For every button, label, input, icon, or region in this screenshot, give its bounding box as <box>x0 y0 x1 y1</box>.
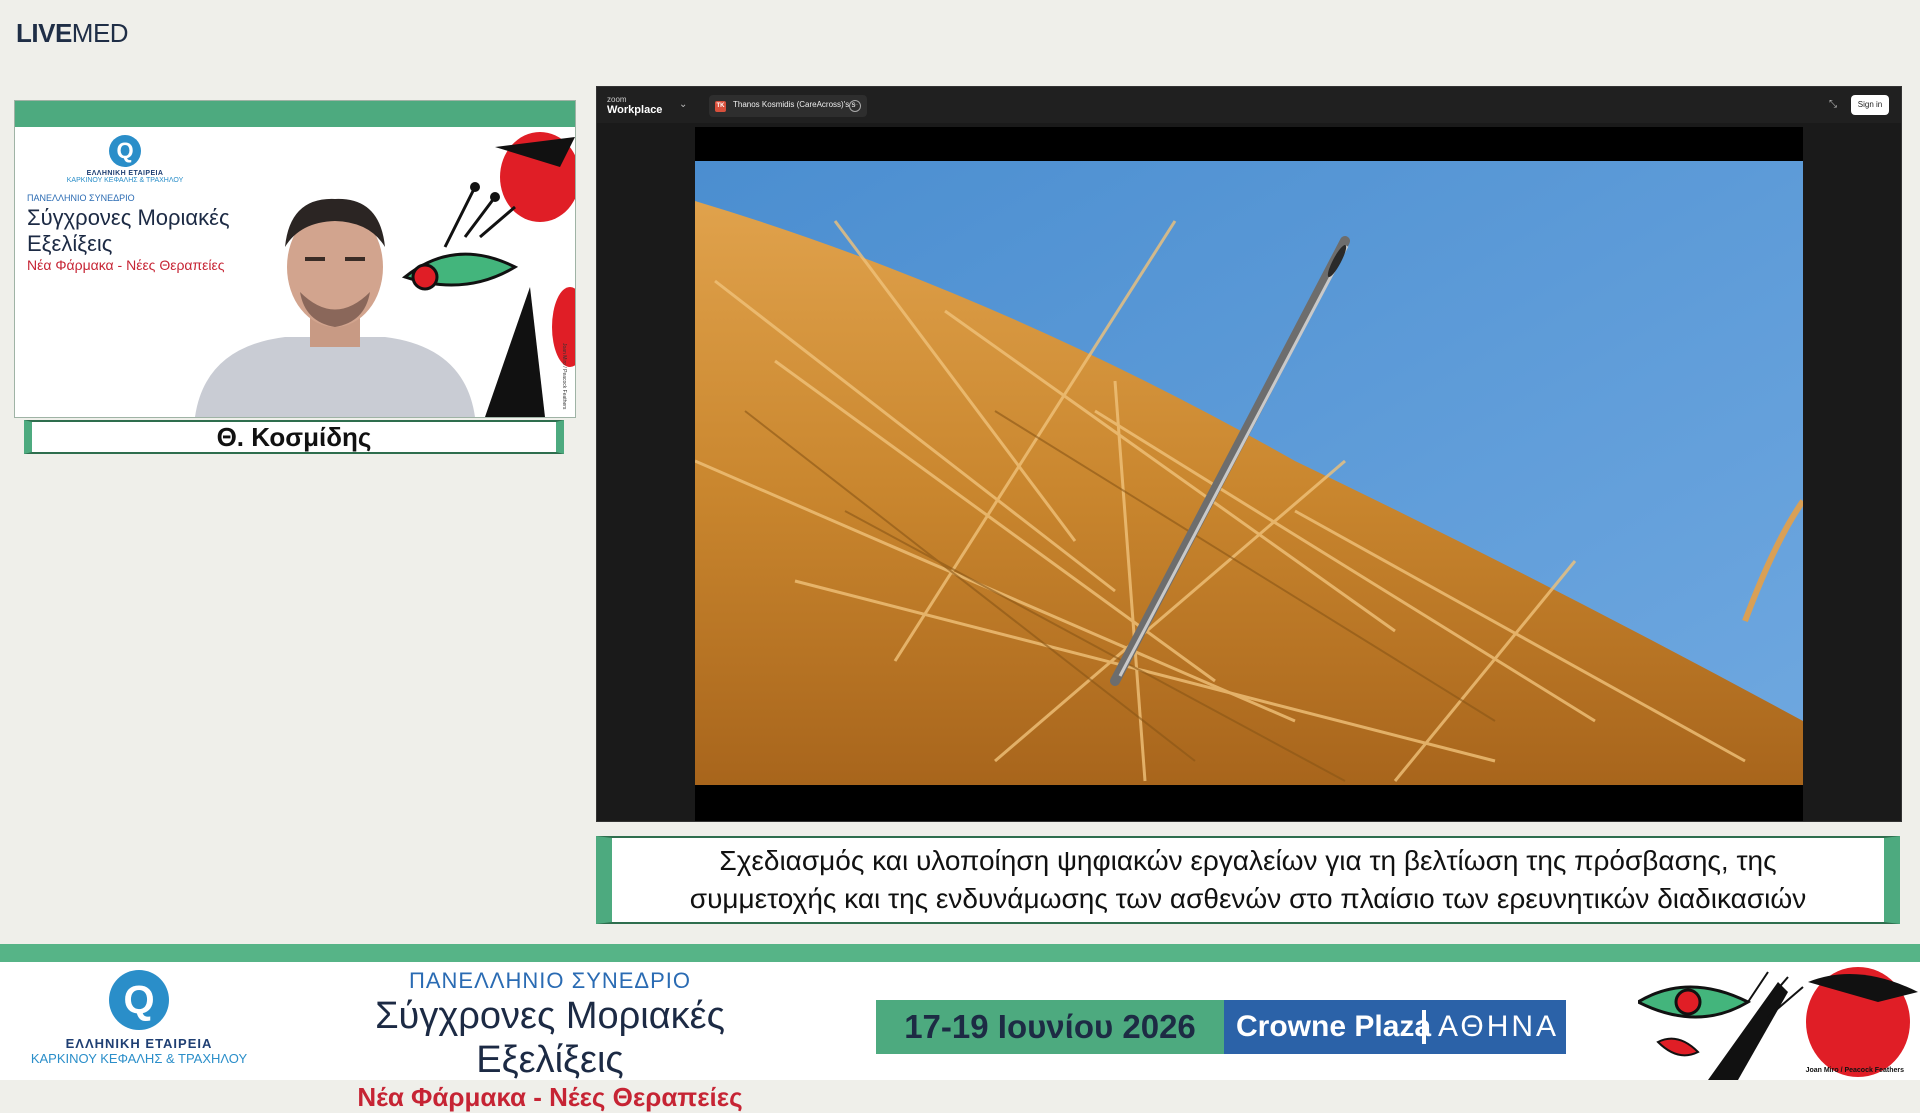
venue-city: ΑΘΗΝΑ <box>1438 1010 1560 1043</box>
society-q-icon: Q <box>109 135 141 167</box>
more-options-icon[interactable]: ··· <box>849 100 861 112</box>
footer-conference-label: ΠΑΝΕΛΛΗΝΙΟ ΣΥΝΕΔΡΙΟ <box>408 968 692 993</box>
minimize-icon[interactable]: ⤡ <box>1829 99 1837 110</box>
society-name-line2: ΚΑΡΚΙΝΟΥ ΚΕΦΑΛΗΣ & ΤΡΑΧΗΛΟΥ <box>66 177 184 184</box>
footer-society-logo: Q ΕΛΛΗΝΙΚΗ ΕΤΑΙΡΕΙΑ ΚΑΡΚΙΝΟΥ ΚΕΦΑΛΗΣ & Τ… <box>14 970 264 1066</box>
caption-line-2: συμμετοχής και της ενδυνάμωσης των ασθεν… <box>689 883 1807 914</box>
user-initials-icon: TK <box>715 101 726 112</box>
screen-share-tab[interactable]: TK Thanos Kosmidis (CareAcross)'s s ··· <box>709 95 867 117</box>
zoom-workplace-logo[interactable]: zoom Workplace <box>607 95 662 116</box>
society-logo: Q ΕΛΛΗΝΙΚΗ ΕΤΑΙΡΕΙΑ ΚΑΡΚΙΝΟΥ ΚΕΦΑΛΗΣ & Τ… <box>55 135 195 184</box>
footer-society-line2: ΚΑΡΚΙΝΟΥ ΚΕΦΑΛΗΣ & ΤΡΑΧΗΛΟΥ <box>30 1051 248 1066</box>
society-name-line1: ΕΛΛΗΝΙΚΗ ΕΤΑΙΡΕΙΑ <box>86 170 164 177</box>
conference-dates: 17-19 Ιουνίου 2026 <box>876 1000 1224 1054</box>
footer-conference-subtitle: Νέα Φάρμακα - Νέες Θεραπείες <box>357 1082 743 1112</box>
footer-society-line1: ΕΛΛΗΝΙΚΗ ΕΤΑΙΡΕΙΑ <box>65 1036 213 1051</box>
conference-venue: Crowne Plaza ΑΘΗΝΑ <box>1224 1000 1566 1054</box>
caption-line-1: Σχεδιασμός και υλοποίηση ψηφιακών εργαλε… <box>719 845 1777 876</box>
footer-artwork-credit: Joan Miro / Peacock Feathers <box>1805 1067 1904 1074</box>
sign-in-button[interactable]: Sign in <box>1851 95 1889 115</box>
venue-hotel: Crowne Plaza <box>1236 1010 1432 1043</box>
talk-title-caption: Σχεδιασμός και υλοποίηση ψηφιακών εργαλε… <box>596 836 1900 924</box>
livemed-logo: LIVEMED <box>16 18 129 48</box>
zoom-window[interactable]: zoom Workplace ⌄ TK Thanos Kosmidis (Car… <box>596 86 1902 822</box>
footer-conference-title: Σύγχρονες Μοριακές Εξελίξεις <box>375 995 725 1081</box>
footer-conference-block: ΠΑΝΕΛΛΗΝΙΟ ΣΥΝΕΔΡΙΟ Σύγχρονες Μοριακές Ε… <box>300 968 800 1113</box>
speaker-panel: Q ΕΛΛΗΝΙΚΗ ΕΤΑΙΡΕΙΑ ΚΑΡΚΙΝΟΥ ΚΕΦΑΛΗΣ & Τ… <box>14 100 576 418</box>
speaker-video <box>195 198 475 417</box>
venue-separator <box>1422 1010 1426 1044</box>
chevron-down-icon[interactable]: ⌄ <box>679 99 687 110</box>
footer-q-icon: Q <box>109 970 169 1030</box>
conference-label: ΠΑΝΕΛΛΗΝΙΟ ΣΥΝΕΔΡΙΟ <box>27 193 135 203</box>
footer-miro-artwork <box>1638 967 1918 1080</box>
zoom-titlebar: zoom Workplace ⌄ TK Thanos Kosmidis (Car… <box>597 87 1901 123</box>
artwork-credit-small: Joan Miro / Peacock Feathers <box>561 342 567 409</box>
footer-stripe <box>0 944 1920 962</box>
footer-banner: Q ΕΛΛΗΝΙΚΗ ΕΤΑΙΡΕΙΑ ΚΑΡΚΙΝΟΥ ΚΕΦΑΛΗΣ & Τ… <box>0 962 1920 1112</box>
speaker-panel-topbar <box>15 101 575 127</box>
speaker-name-bar: Θ. Κοσμίδης <box>24 420 564 454</box>
needle-in-haystack-image <box>695 161 1803 785</box>
shared-screen <box>695 127 1803 821</box>
screen-share-tab-title: Thanos Kosmidis (CareAcross)'s s <box>733 100 856 109</box>
